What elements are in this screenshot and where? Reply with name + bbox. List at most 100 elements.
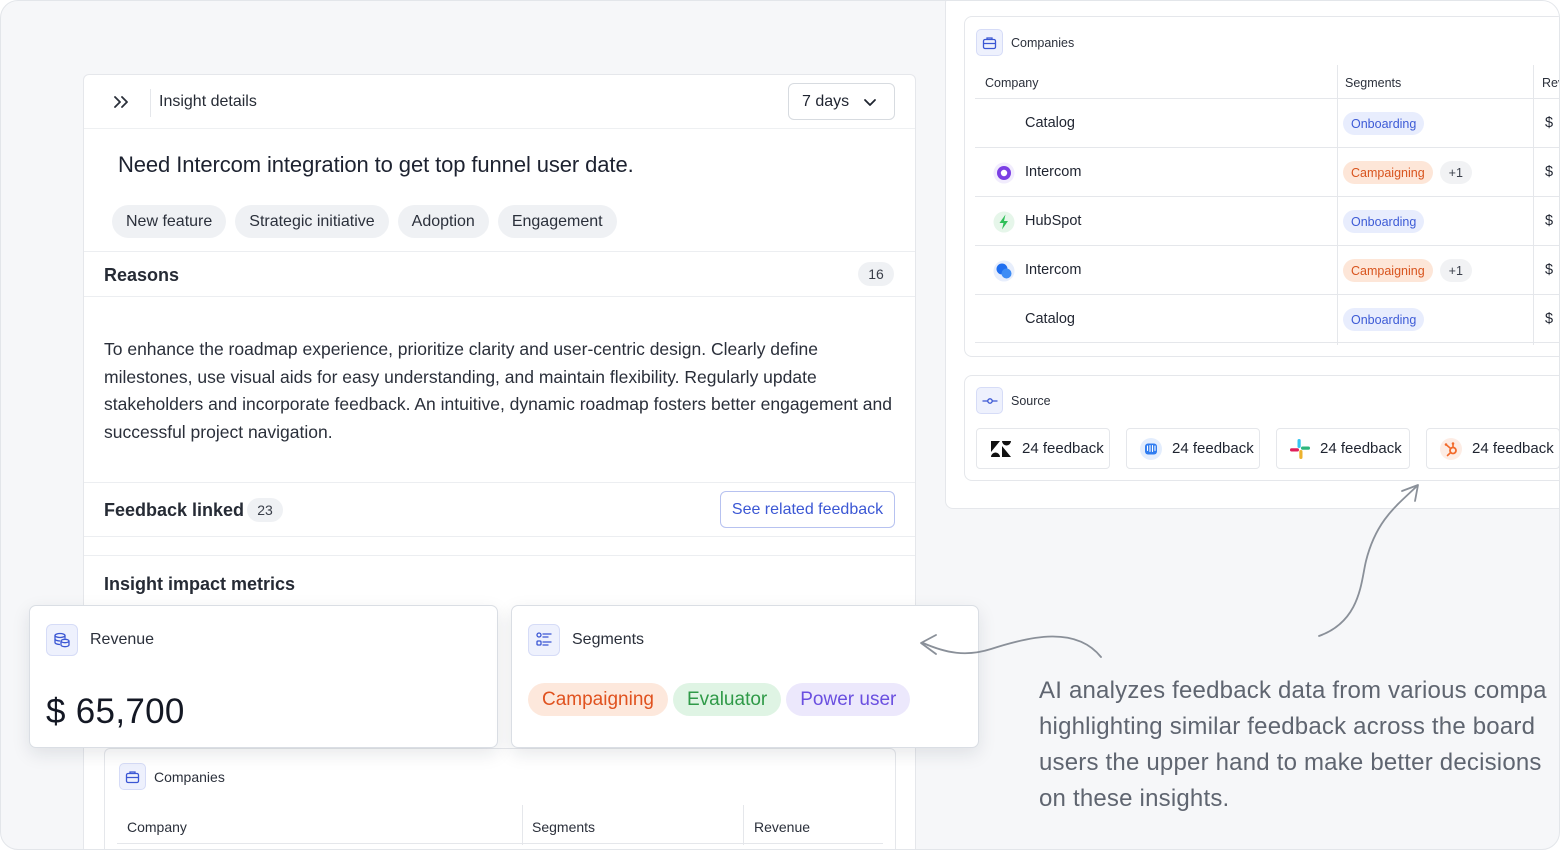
divider [84,555,915,556]
hubspot-icon [1440,437,1462,460]
segment-pills: Campaigning Evaluator Power user [528,683,911,716]
date-range-select[interactable]: 7 days [788,83,895,120]
segment-badge: Onboarding [1343,112,1425,135]
annotation-line: users the upper hand to make better deci… [1039,749,1542,776]
table-row[interactable]: Intercom Campaigning +1 $ [975,147,1559,196]
briefcase-icon [976,29,1003,56]
insight-tags: New feature Strategic initiative Adoptio… [112,205,617,238]
impact-metrics-heading: Insight impact metrics [104,574,296,594]
annotation-text: AI analyzes feedback data from various c… [1039,673,1559,817]
segment-badge: Campaigning [1343,259,1433,282]
revenue-value: $ 65,700 [46,692,185,731]
source-item-slack[interactable]: 24 feedback [1276,428,1410,469]
table-row[interactable]: Catalog Onboarding $ [975,294,1559,343]
reasons-heading: Reasons [104,265,180,285]
tag[interactable]: Engagement [497,205,617,238]
companies-table-card: Companies Company Segments Revenue [104,748,896,849]
revenue-card: Revenue $ 65,700 [29,605,498,748]
source-count: 24 feedback [1320,440,1402,457]
source-item-hubspot[interactable]: 24 feedback [1426,428,1559,469]
segments-card-title: Segments [572,631,645,648]
briefcase-icon [119,763,146,790]
column-header-revenue[interactable]: Rev [1542,76,1559,90]
company-name: Intercom [1025,262,1082,278]
intercom-logo-icon [993,162,1015,184]
column-divider [522,805,523,845]
coins-icon [46,624,78,656]
revenue-card-title: Revenue [90,631,155,648]
companies-panel-header: Companies [976,29,1074,56]
reasons-count-badge: 16 [858,262,894,286]
segment-pill-power-user[interactable]: Power user [786,683,911,716]
date-range-value: 7 days [802,92,850,110]
segments-card-header: Segments [528,624,644,656]
company-name: Catalog [1025,311,1075,327]
feedback-count-badge: 23 [247,498,283,522]
tag[interactable]: Adoption [397,205,489,238]
segments-list-icon [528,624,560,656]
table-row[interactable]: Intercom Campaigning +1 $ [975,245,1559,294]
revenue-cell: $ [1545,262,1554,278]
companies-panel-title: Companies [1011,35,1075,50]
segments-card: Segments Campaigning Evaluator Power use… [511,605,979,748]
intercom-logo-icon [993,260,1015,282]
zendesk-icon [991,440,1011,457]
column-header-segments[interactable]: Segments [1345,76,1401,90]
annotation-line: on these insights. [1039,785,1230,812]
segment-badge: Onboarding [1343,308,1425,331]
slack-icon [1290,438,1310,459]
source-panel: Source 24 feedback 24 feedback 24 feedba… [964,375,1559,481]
panel-header: Insight details 7 days [84,75,915,129]
column-divider [743,805,744,845]
source-item-zendesk[interactable]: 24 feedback [976,428,1110,469]
revenue-cell: $ [1545,164,1554,180]
column-header-company[interactable]: Company [985,76,1039,90]
column-header-segments[interactable]: Segments [532,819,595,835]
source-item-intercom[interactable]: 24 feedback [1126,428,1260,469]
source-panel-title: Source [1011,393,1051,408]
revenue-cell: $ [1545,213,1554,229]
company-name: HubSpot [1025,213,1082,229]
source-commit-icon [976,387,1003,414]
table-row[interactable]: Catalog Onboarding $ [975,98,1559,147]
companies-panel: Companies Company Segments Rev Catalog O… [964,16,1559,357]
intercom-icon [1140,437,1162,460]
reasons-text: To enhance the roadmap experience, prior… [104,339,892,442]
chevron-down-icon [864,99,876,106]
segment-pill-campaigning[interactable]: Campaigning [528,683,668,716]
revenue-cell: $ [1545,311,1554,327]
company-name: Catalog [1025,115,1075,131]
divider [84,251,915,252]
tag[interactable]: Strategic initiative [235,205,389,238]
column-header-revenue[interactable]: Revenue [754,819,810,835]
segment-pill-evaluator[interactable]: Evaluator [672,683,782,716]
hubspot-logo-icon [993,211,1015,233]
divider [84,482,915,483]
source-panel-header: Source [976,387,1051,414]
divider [84,536,915,537]
extra-segments-count[interactable]: +1 [1439,161,1472,184]
source-count: 24 feedback [1472,440,1554,457]
insight-title: Need Intercom integration to get top fun… [118,152,634,177]
source-count: 24 feedback [1172,440,1254,457]
annotation-line: highlighting similar feedback across the… [1039,713,1536,740]
see-related-feedback-button[interactable]: See related feedback [720,491,895,528]
divider [84,296,915,297]
company-name: Intercom [1025,164,1082,180]
side-panel: Companies Company Segments Rev Catalog O… [945,1,1559,509]
source-count: 24 feedback [1022,440,1104,457]
extra-segments-count[interactable]: +1 [1439,259,1472,282]
arrow-to-source [1318,486,1417,637]
screen-frame: Insight details 7 days Need Intercom int… [0,0,1560,850]
tag[interactable]: New feature [112,205,227,238]
panel-title: Insight details [159,93,257,110]
companies-card-header: Companies [119,763,225,790]
feedback-linked-heading: Feedback linked [104,500,245,520]
column-header-company[interactable]: Company [127,819,187,835]
expand-chevrons-icon[interactable] [110,92,132,112]
revenue-cell: $ [1545,115,1554,131]
table-row[interactable]: HubSpot Onboarding $ [975,196,1559,245]
header-divider [117,843,883,844]
annotation-line: AI analyzes feedback data from various c… [1039,677,1547,704]
segment-badge: Onboarding [1343,210,1425,233]
